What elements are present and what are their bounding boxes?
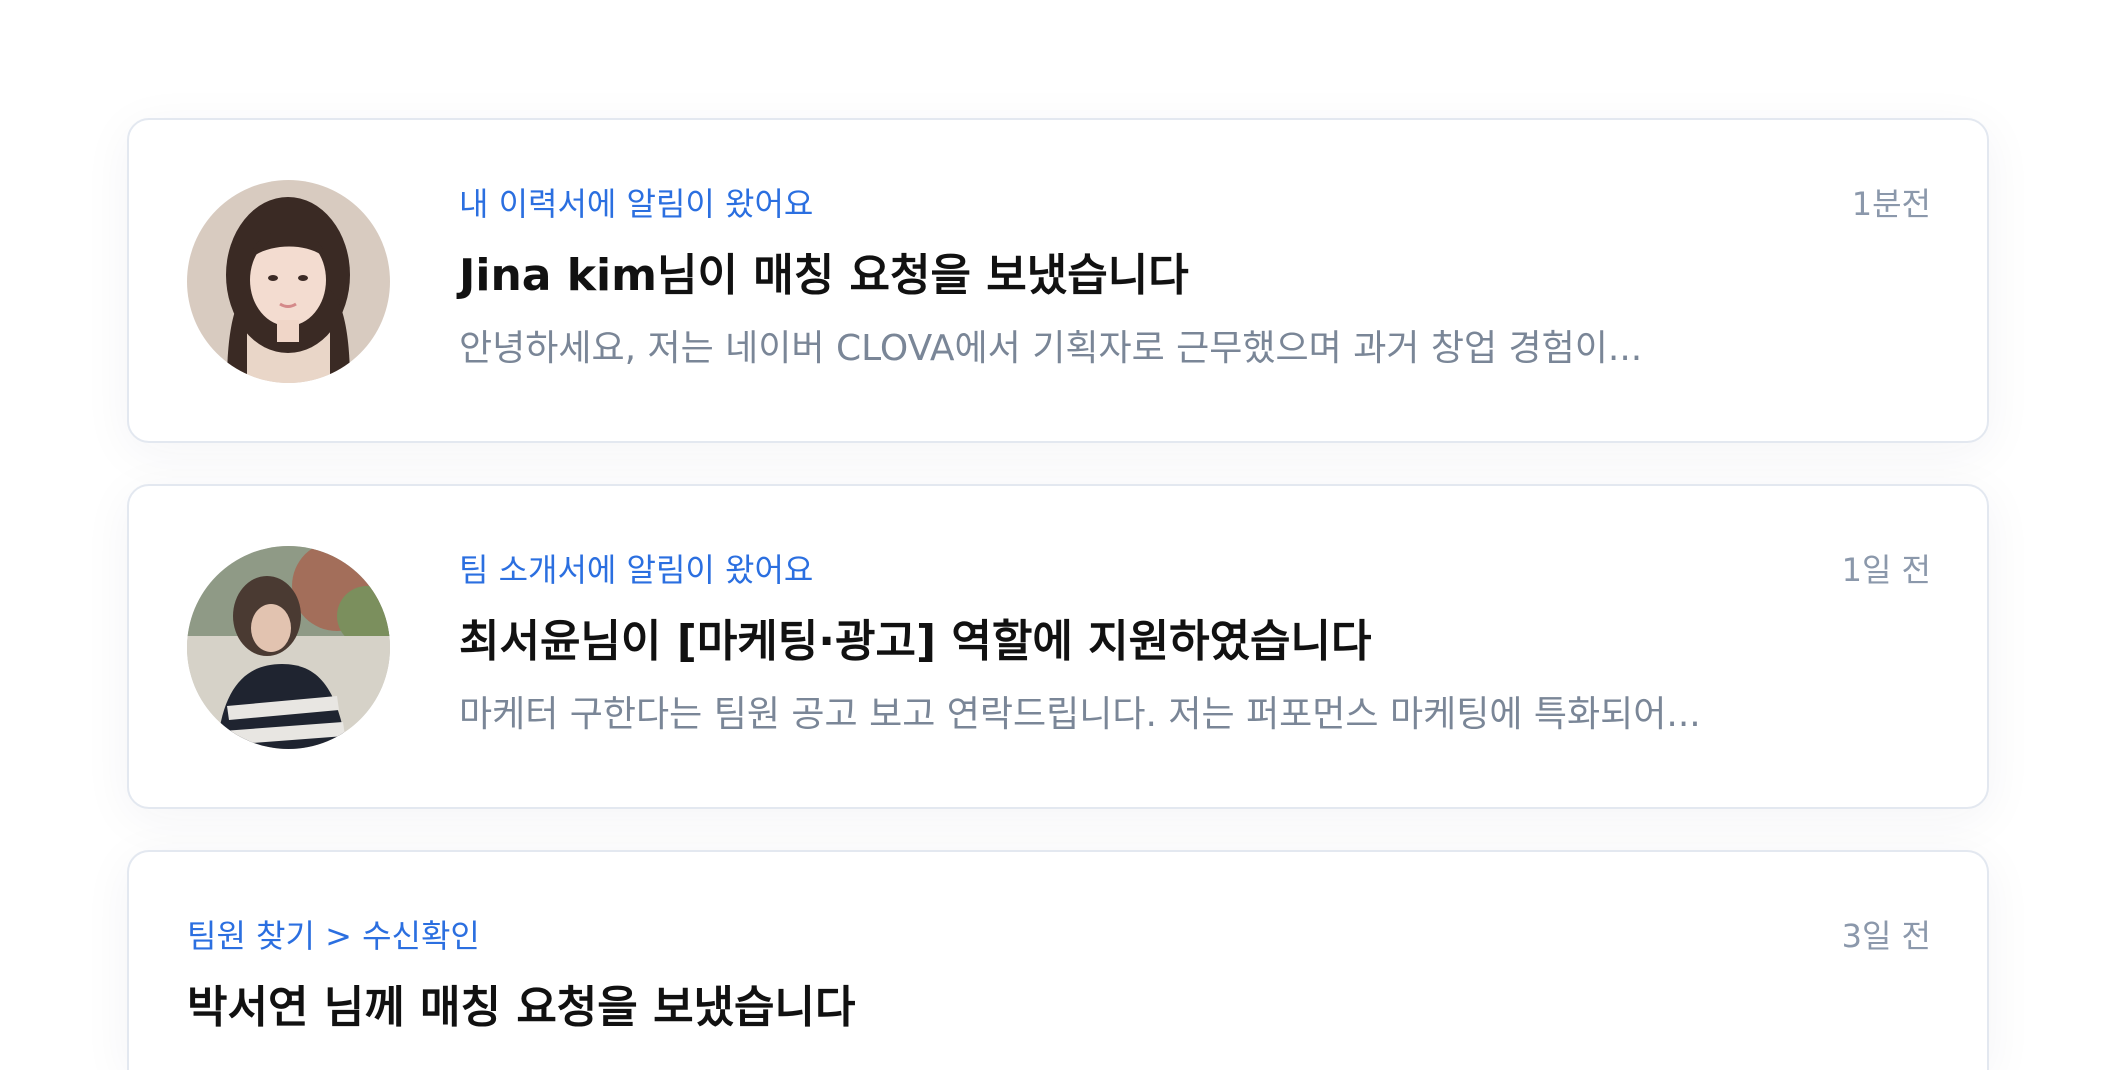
notification-content: 팀원 찾기 > 수신확인 3일 전 박서연 님께 매칭 요청을 보냈습니다 — [187, 914, 1931, 1036]
notification-preview: 안녕하세요, 저는 네이버 CLOVA에서 기획자로 근무했으며 과거 창업 경… — [459, 328, 1643, 369]
notification-title: Jina kim님이 매칭 요청을 보냈습니다 — [459, 250, 1189, 301]
notification-content: 내 이력서에 알림이 왔어요 1분전 Jina kim님이 매칭 요청을 보냈습… — [459, 182, 1931, 374]
notification-card[interactable]: 팀원 찾기 > 수신확인 3일 전 박서연 님께 매칭 요청을 보냈습니다 — [127, 850, 1989, 1070]
notification-preview: 마케터 구한다는 팀원 공고 보고 연락드립니다. 저는 퍼포먼스 마케팅에 특… — [459, 694, 1701, 735]
notification-time: 3일 전 — [1841, 917, 1931, 955]
notification-title: 박서연 님께 매칭 요청을 보냈습니다 — [187, 982, 856, 1033]
avatar — [187, 180, 390, 383]
notification-card[interactable]: 내 이력서에 알림이 왔어요 1분전 Jina kim님이 매칭 요청을 보냈습… — [127, 118, 1989, 443]
notification-title: 최서윤님이 [마케팅·광고] 역할에 지원하였습니다 — [459, 616, 1372, 667]
notification-feed: 내 이력서에 알림이 왔어요 1분전 Jina kim님이 매칭 요청을 보냈습… — [127, 118, 1989, 1070]
notification-card[interactable]: 팀 소개서에 알림이 왔어요 1일 전 최서윤님이 [마케팅·광고] 역할에 지… — [127, 484, 1989, 809]
notification-category: 팀원 찾기 > 수신확인 — [187, 917, 480, 955]
notification-category: 내 이력서에 알림이 왔어요 — [459, 185, 814, 223]
notification-category: 팀 소개서에 알림이 왔어요 — [459, 551, 814, 589]
notification-time: 1일 전 — [1841, 551, 1931, 589]
notification-time: 1분전 — [1851, 185, 1931, 223]
avatar — [187, 546, 390, 749]
notification-content: 팀 소개서에 알림이 왔어요 1일 전 최서윤님이 [마케팅·광고] 역할에 지… — [459, 548, 1931, 740]
